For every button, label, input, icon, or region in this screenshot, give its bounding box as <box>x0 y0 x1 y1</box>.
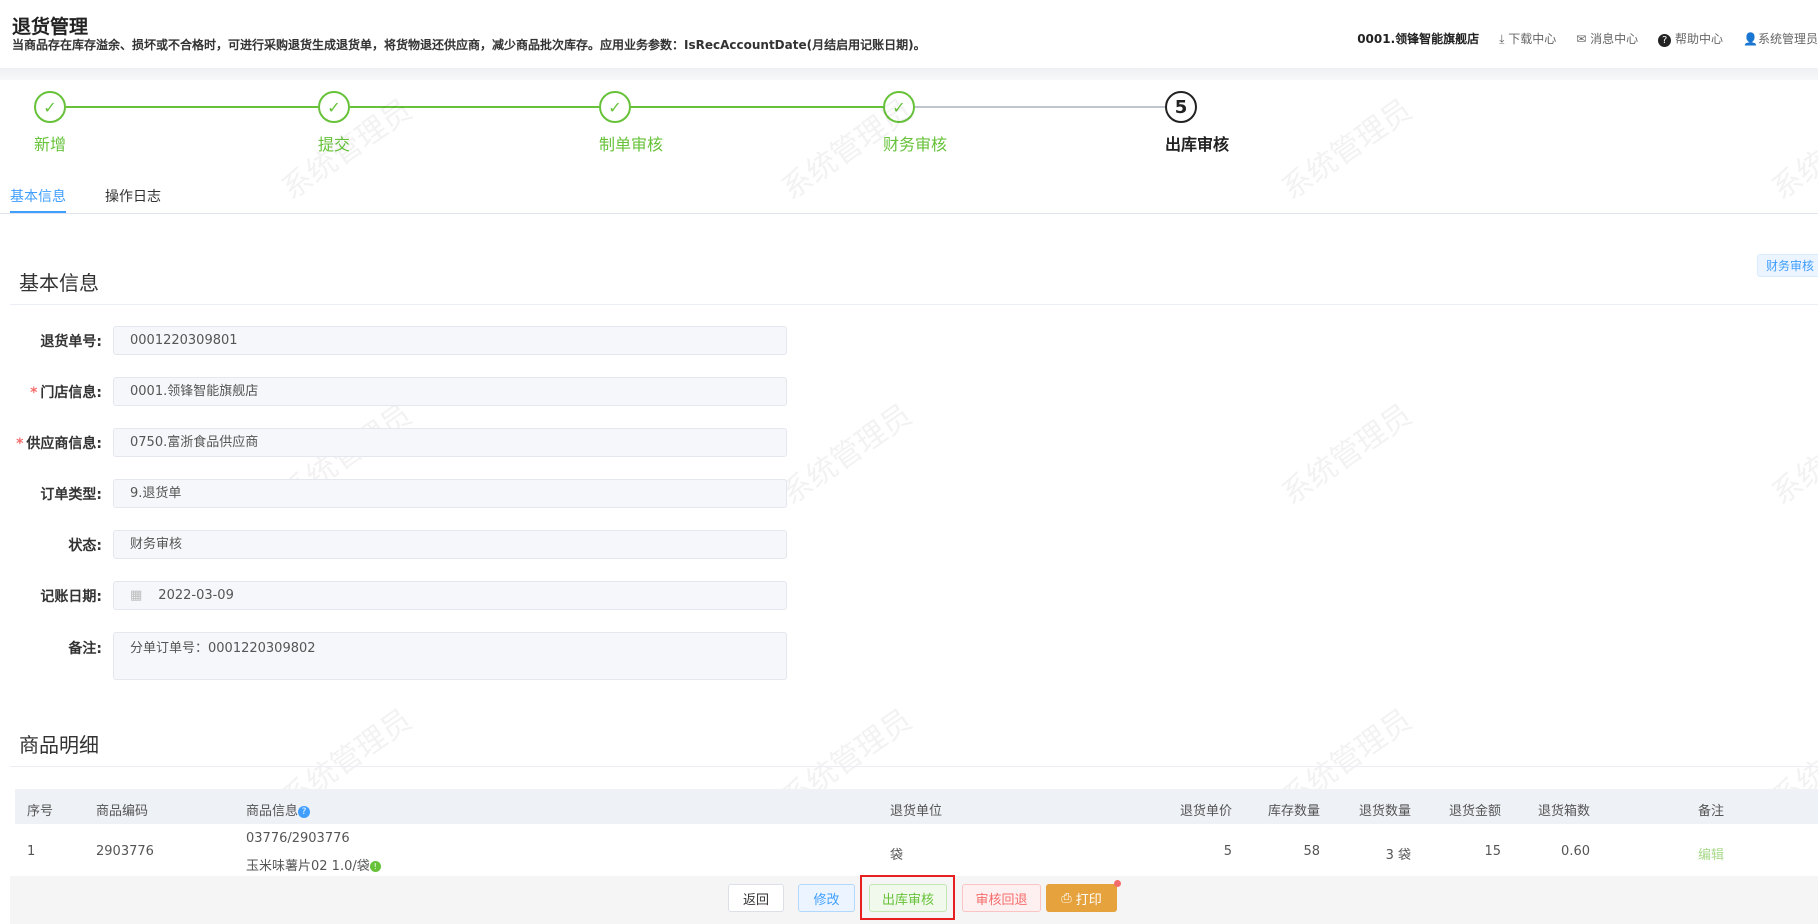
step-4-check-icon: ✓ <box>883 91 915 123</box>
step-label: 财务审核 <box>883 135 948 154</box>
field-label-return-no: 退货单号: <box>40 334 102 350</box>
page-title: 退货管理 <box>12 16 89 38</box>
step-2-check-icon: ✓ <box>318 91 350 123</box>
section-heading-basic: 基本信息 <box>19 271 99 295</box>
account-date-field[interactable]: ▦ 2022-03-09 <box>113 581 787 610</box>
edit-button[interactable]: 修改 <box>798 884 855 912</box>
help-center-link[interactable]: ? 帮助中心 <box>1658 30 1723 47</box>
field-label-order-type: 订单类型: <box>40 487 102 503</box>
user-menu[interactable]: 👤系统管理员 <box>1743 30 1818 47</box>
tab-operation-log[interactable]: 操作日志 <box>105 186 161 206</box>
divider <box>10 766 1818 767</box>
printer-icon: ⎙ <box>1061 890 1076 906</box>
col-amount: 退货金额 <box>1448 804 1501 819</box>
order-type-field[interactable]: 9.退货单 <box>113 479 787 508</box>
col-code: 商品编码 <box>96 804 149 819</box>
watermark: 系统管理员 <box>1275 92 1419 208</box>
memo-textarea[interactable]: 分单订单号：0001220309802 <box>113 632 787 680</box>
download-icon: ⤓ <box>1499 32 1509 46</box>
col-boxes: 退货箱数 <box>1537 804 1590 819</box>
col-remark: 备注 <box>1698 804 1725 819</box>
highlight-box <box>860 875 955 920</box>
step-label: 出库审核 <box>1165 135 1230 154</box>
field-label-memo: 备注: <box>68 641 102 657</box>
step-connector <box>915 106 1165 108</box>
header-divider <box>0 68 1818 80</box>
field-label-status: 状态: <box>68 538 102 554</box>
step-1-check-icon: ✓ <box>34 91 66 123</box>
col-index: 序号 <box>27 804 54 819</box>
return-no-field[interactable]: 0001220309801 <box>113 326 787 355</box>
field-label-account-date: 记账日期: <box>40 589 102 605</box>
question-icon: ? <box>1658 34 1672 47</box>
tab-active-indicator <box>10 211 66 213</box>
step-label: 提交 <box>318 135 351 154</box>
field-label-store: * 门店信息: <box>30 385 102 401</box>
col-stock: 库存数量 <box>1267 804 1320 819</box>
store-field[interactable]: 0001.领锋智能旗舰店 <box>113 377 787 406</box>
watermark: 系统管理员 <box>775 397 919 513</box>
step-5-number: 5 <box>1165 91 1197 123</box>
user-icon: 👤 <box>1743 32 1758 46</box>
cell-unit: 袋 <box>890 848 904 863</box>
step-connector <box>350 106 599 108</box>
col-unit: 退货单位 <box>890 804 943 819</box>
cell-stock: 58 <box>1303 844 1320 859</box>
col-qty: 退货数量 <box>1358 804 1411 819</box>
tab-basic-info[interactable]: 基本信息 <box>10 186 66 206</box>
message-center-link[interactable]: ✉ 消息中心 <box>1576 30 1638 47</box>
cell-info-name: 玉米味薯片02 1.0/袋! <box>246 855 381 874</box>
cell-amount: 15 <box>1484 844 1501 859</box>
audit-reject-button[interactable]: 审核回退 <box>962 884 1041 912</box>
help-icon[interactable]: ? <box>298 805 311 818</box>
step-3-check-icon: ✓ <box>599 91 631 123</box>
step-label: 新增 <box>34 135 67 154</box>
tab-bar-divider <box>0 213 1818 214</box>
status-badge: 财务审核 <box>1757 254 1818 277</box>
mail-icon: ✉ <box>1576 32 1591 46</box>
cell-qty: 3 袋 <box>1385 848 1411 863</box>
col-price: 退货单价 <box>1179 804 1232 819</box>
store-name[interactable]: 0001.领锋智能旗舰店 <box>1357 30 1479 47</box>
page-description: 当商品存在库存溢余、损坏或不合格时，可进行采购退货生成退货单，将货物退还供应商，… <box>12 38 926 52</box>
step-connector <box>66 106 318 108</box>
top-nav: 0001.领锋智能旗舰店 ⤓ 下载中心 ✉ 消息中心 ? 帮助中心 👤系统管理员 <box>1357 30 1818 47</box>
status-field[interactable]: 财务审核 <box>113 530 787 559</box>
back-button[interactable]: 返回 <box>728 884 784 912</box>
step-label: 制单审核 <box>599 135 664 154</box>
cell-index: 1 <box>27 844 36 859</box>
edit-link[interactable]: 编辑 <box>1698 844 1724 863</box>
divider <box>10 304 1818 305</box>
cell-info-code: 03776/2903776 <box>246 831 350 846</box>
step-connector <box>631 106 883 108</box>
calendar-icon: ▦ <box>130 588 143 603</box>
section-heading-details: 商品明细 <box>19 733 99 757</box>
info-icon[interactable]: ! <box>369 861 381 872</box>
supplier-field[interactable]: 0750.富浙食品供应商 <box>113 428 787 457</box>
watermark: 系统管理员 <box>1275 397 1419 513</box>
cell-code: 2903776 <box>96 844 154 859</box>
cell-price: 5 <box>1223 844 1232 859</box>
watermark: 系统管理员 <box>1765 397 1818 513</box>
cell-boxes: 0.60 <box>1561 844 1590 859</box>
print-button[interactable]: ⎙ 打印 <box>1046 884 1117 912</box>
download-center-link[interactable]: ⤓ 下载中心 <box>1499 30 1556 47</box>
watermark: 系统管理员 <box>1765 92 1818 208</box>
notification-dot <box>1114 880 1121 887</box>
field-label-supplier: * 供应商信息: <box>16 436 102 452</box>
col-info: 商品信息? <box>246 800 311 819</box>
